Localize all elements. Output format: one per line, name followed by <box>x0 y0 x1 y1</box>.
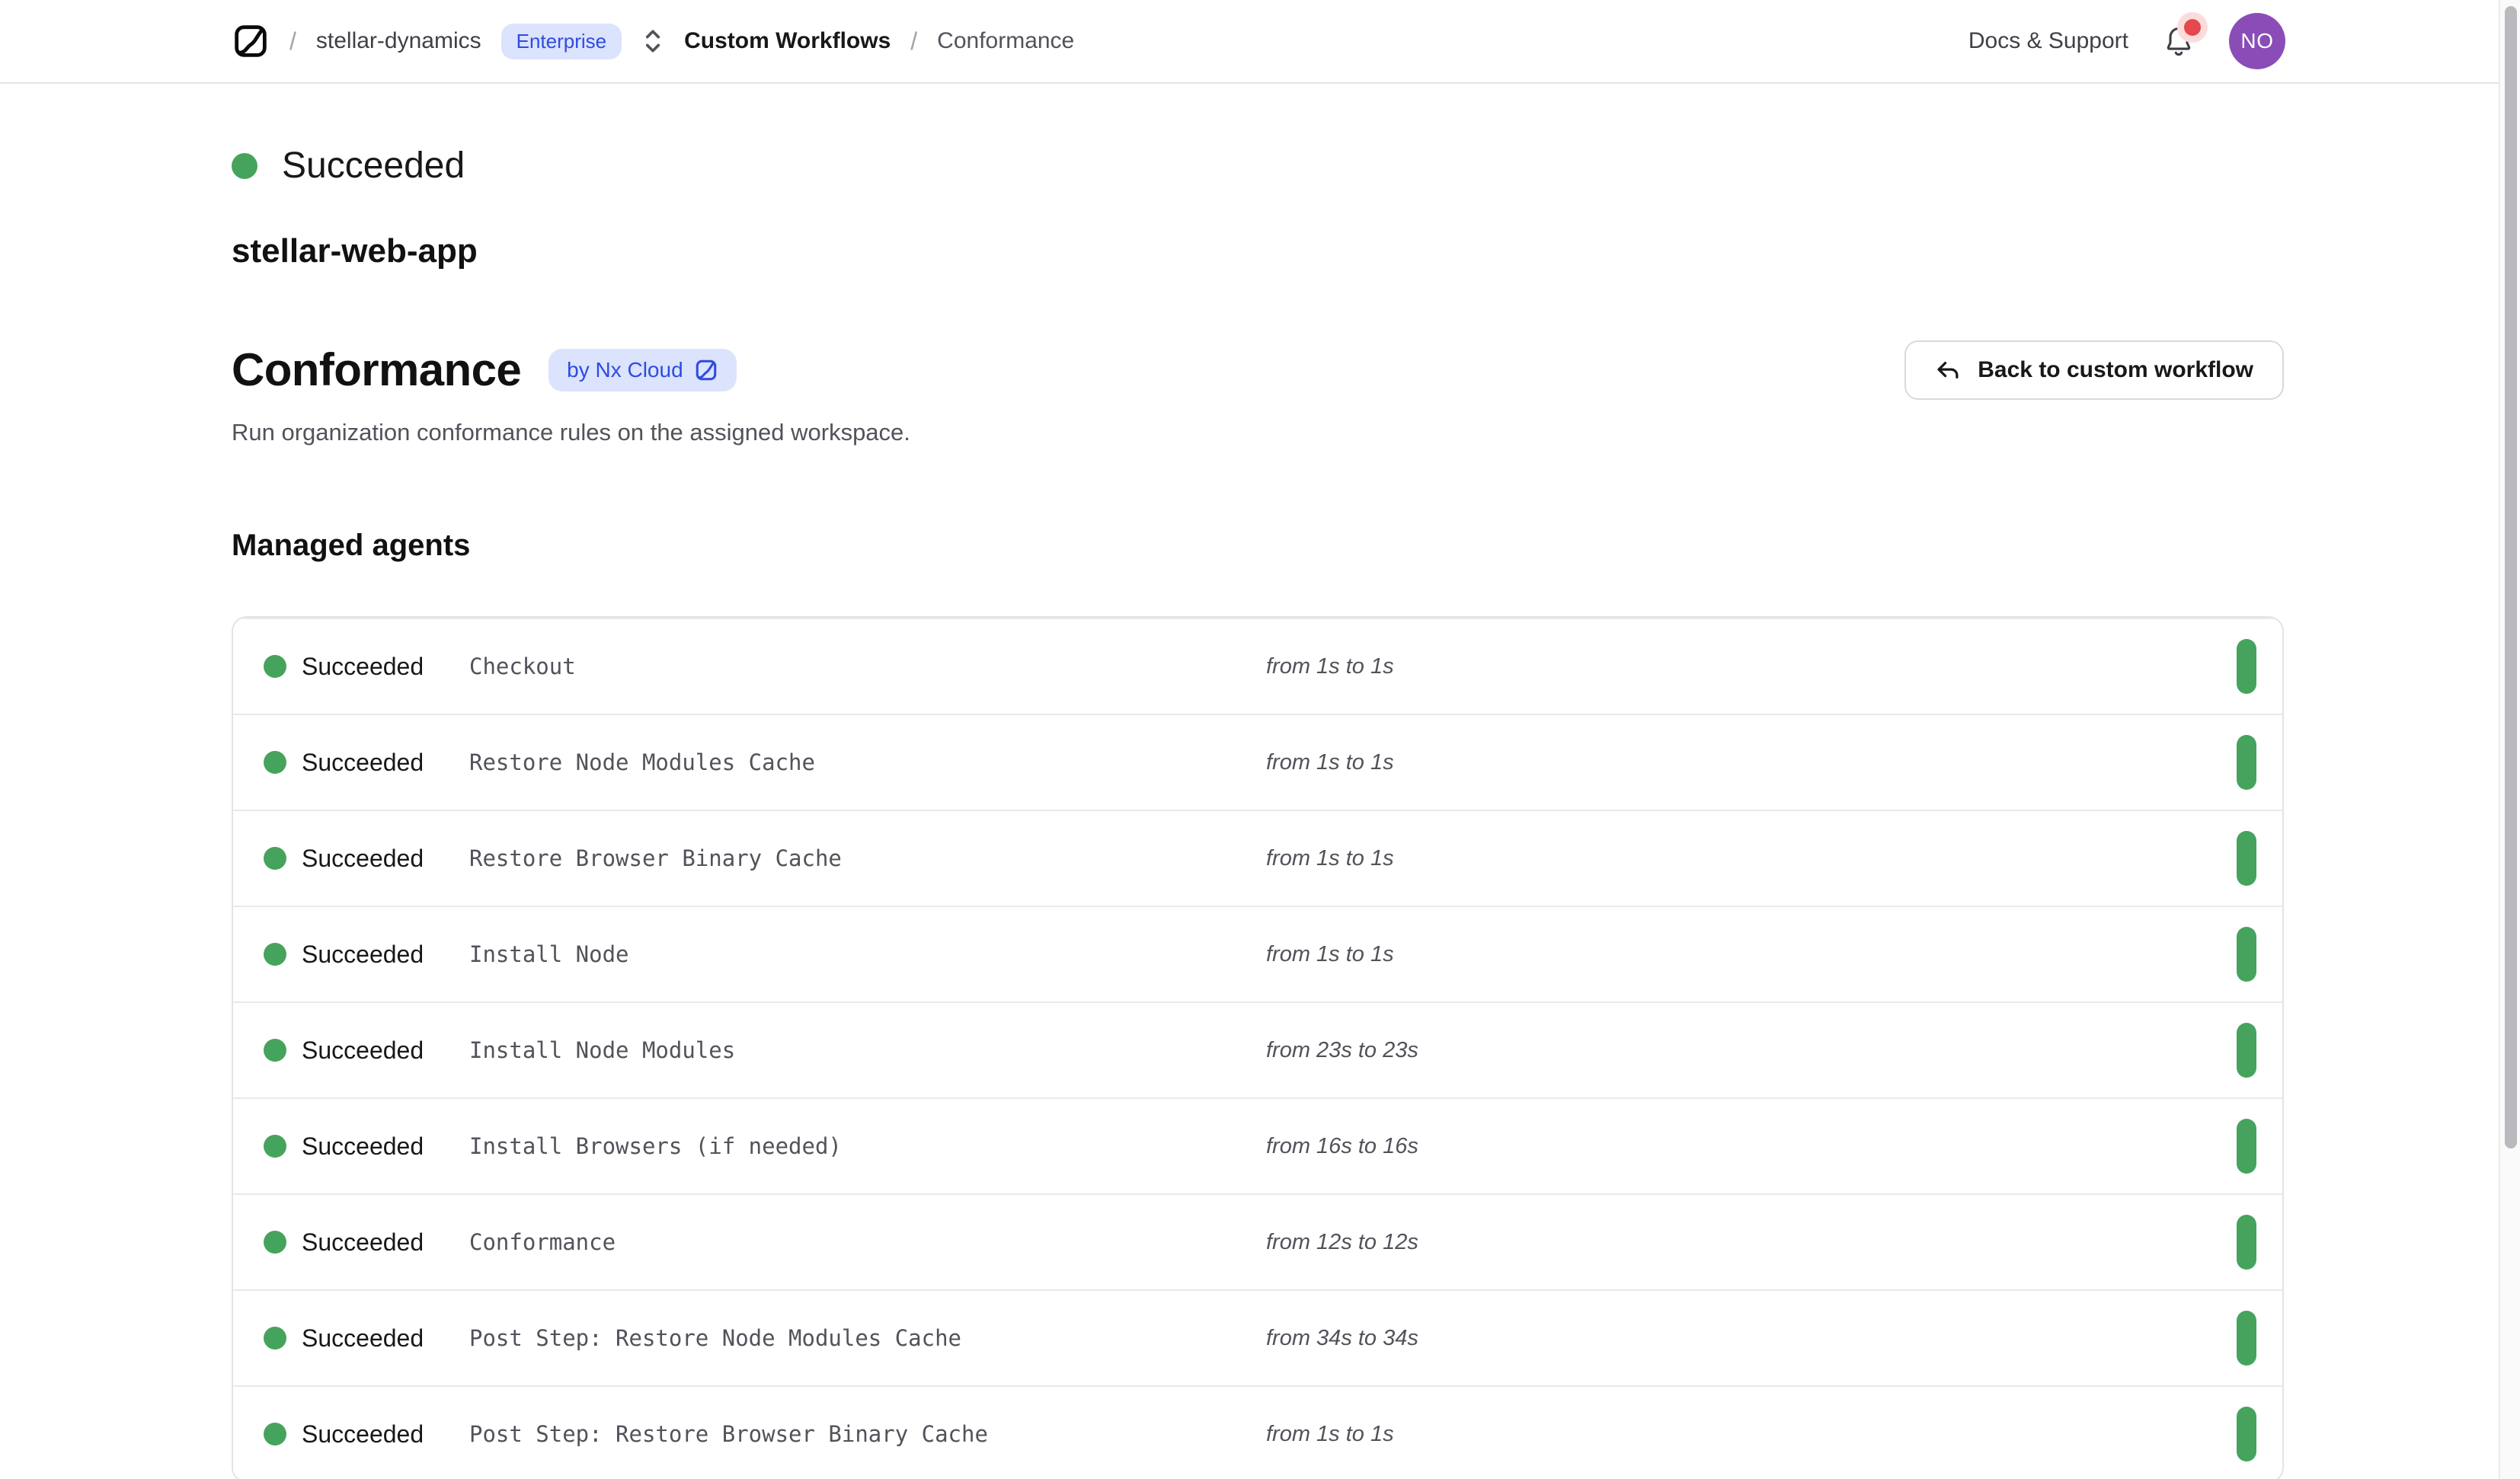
step-timeline-bar <box>2237 1311 2256 1366</box>
step-name: Post Step: Restore Node Modules Cache <box>469 1325 1266 1351</box>
success-status-dot <box>264 1423 286 1445</box>
page-scrollbar-thumb[interactable] <box>2505 6 2517 1148</box>
breadcrumb-section[interactable]: Custom Workflows <box>684 28 891 54</box>
step-timeline-bar <box>2237 831 2256 886</box>
agent-step-row[interactable]: Succeeded Checkout from 1s to 1s <box>233 618 2282 714</box>
docs-support-link[interactable]: Docs & Support <box>1968 28 2128 54</box>
success-status-dot <box>264 655 286 678</box>
nx-cloud-logo-icon[interactable] <box>232 22 270 60</box>
managed-agents-heading: Managed agents <box>232 529 2284 563</box>
breadcrumb: / stellar-dynamics Enterprise Custom Wor… <box>232 22 1968 60</box>
workflow-header: Conformance by Nx Cloud Back to custom w… <box>232 343 2284 396</box>
agent-step-row[interactable]: Succeeded Restore Browser Binary Cache f… <box>233 810 2282 906</box>
step-duration: from 16s to 16s <box>1266 1134 2237 1159</box>
by-nx-cloud-badge[interactable]: by Nx Cloud <box>548 349 737 391</box>
agent-step-row[interactable]: Succeeded Restore Node Modules Cache fro… <box>233 714 2282 810</box>
step-status-label: Succeeded <box>302 941 469 969</box>
step-name: Conformance <box>469 1229 1266 1255</box>
step-duration: from 12s to 12s <box>1266 1230 2237 1255</box>
notification-dot <box>2184 19 2201 36</box>
step-status-label: Succeeded <box>302 1228 469 1257</box>
agent-step-row[interactable]: Succeeded Post Step: Restore Browser Bin… <box>233 1385 2282 1479</box>
step-status-label: Succeeded <box>302 749 469 777</box>
notification-badge-halo <box>2177 12 2208 43</box>
user-avatar[interactable]: NO <box>2229 13 2285 69</box>
workflow-description: Run organization conformance rules on th… <box>232 419 2284 446</box>
step-name: Install Node <box>469 941 1266 967</box>
step-status-label: Succeeded <box>302 1037 469 1065</box>
notifications-button[interactable] <box>2162 24 2195 58</box>
step-status-label: Succeeded <box>302 1420 469 1449</box>
breadcrumb-page: Conformance <box>937 28 1074 54</box>
agent-step-row[interactable]: Succeeded Conformance from 12s to 12s <box>233 1193 2282 1289</box>
navbar-actions: Docs & Support NO <box>1968 13 2285 69</box>
page-scrollbar-track[interactable] <box>2499 0 2520 1479</box>
step-timeline-bar <box>2237 1215 2256 1270</box>
success-status-dot <box>264 1039 286 1062</box>
step-name: Install Browsers (if needed) <box>469 1133 1266 1159</box>
step-name: Checkout <box>469 653 1266 679</box>
agent-step-row[interactable]: Succeeded Post Step: Restore Node Module… <box>233 1289 2282 1385</box>
step-timeline-bar <box>2237 735 2256 790</box>
back-to-custom-workflow-button[interactable]: Back to custom workflow <box>1904 340 2284 400</box>
agent-step-row[interactable]: Succeeded Install Browsers (if needed) f… <box>233 1097 2282 1193</box>
success-status-dot <box>232 153 257 179</box>
step-name: Install Node Modules <box>469 1037 1266 1063</box>
agent-step-row[interactable]: Succeeded Install Node from 1s to 1s <box>233 906 2282 1001</box>
step-status-label: Succeeded <box>302 1324 469 1353</box>
step-status-label: Succeeded <box>302 845 469 873</box>
step-duration: from 34s to 34s <box>1266 1326 2237 1351</box>
by-nx-cloud-label: by Nx Cloud <box>567 358 683 382</box>
step-duration: from 1s to 1s <box>1266 750 2237 775</box>
step-duration: from 1s to 1s <box>1266 942 2237 967</box>
step-duration: from 1s to 1s <box>1266 846 2237 871</box>
enterprise-badge: Enterprise <box>501 24 622 59</box>
step-timeline-bar <box>2237 639 2256 694</box>
success-status-dot <box>264 1231 286 1254</box>
step-timeline-bar <box>2237 1407 2256 1461</box>
main-content: Succeeded stellar-web-app Conformance by… <box>0 145 2520 1479</box>
run-status-label: Succeeded <box>282 145 465 187</box>
step-name: Post Step: Restore Browser Binary Cache <box>469 1421 1266 1447</box>
success-status-dot <box>264 1135 286 1158</box>
workspace-title: stellar-web-app <box>232 232 2284 270</box>
step-duration: from 1s to 1s <box>1266 654 2237 679</box>
step-duration: from 23s to 23s <box>1266 1038 2237 1063</box>
breadcrumb-org[interactable]: stellar-dynamics <box>316 28 481 54</box>
success-status-dot <box>264 943 286 966</box>
step-status-label: Succeeded <box>302 1132 469 1161</box>
breadcrumb-separator: / <box>289 27 296 56</box>
success-status-dot <box>264 1327 286 1350</box>
nx-cloud-app: / stellar-dynamics Enterprise Custom Wor… <box>0 0 2520 1479</box>
step-timeline-bar <box>2237 927 2256 982</box>
managed-agents-list: Succeeded Checkout from 1s to 1s Succeed… <box>232 616 2284 1479</box>
step-timeline-bar <box>2237 1023 2256 1078</box>
success-status-dot <box>264 751 286 774</box>
nx-cloud-logo-icon <box>694 358 718 382</box>
step-status-label: Succeeded <box>302 653 469 681</box>
step-name: Restore Browser Binary Cache <box>469 845 1266 871</box>
workflow-title: Conformance <box>232 343 521 396</box>
step-timeline-bar <box>2237 1119 2256 1174</box>
org-selector-chevrons-icon[interactable] <box>641 26 664 56</box>
back-button-label: Back to custom workflow <box>1978 357 2253 383</box>
return-arrow-icon <box>1935 357 1961 383</box>
step-duration: from 1s to 1s <box>1266 1422 2237 1447</box>
top-navbar: / stellar-dynamics Enterprise Custom Wor… <box>0 0 2520 84</box>
success-status-dot <box>264 847 286 870</box>
breadcrumb-separator: / <box>910 27 917 56</box>
step-name: Restore Node Modules Cache <box>469 749 1266 775</box>
agent-step-row[interactable]: Succeeded Install Node Modules from 23s … <box>233 1001 2282 1097</box>
run-status: Succeeded <box>232 145 2284 187</box>
